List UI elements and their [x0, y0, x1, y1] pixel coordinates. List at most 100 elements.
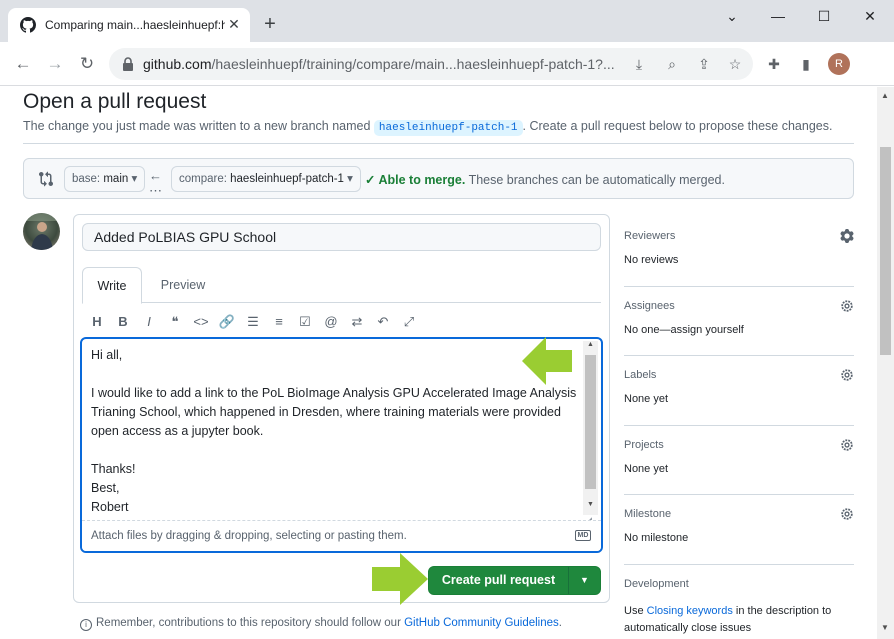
scroll-up-icon[interactable]: ▲ [587, 341, 594, 348]
git-compare-icon [39, 171, 54, 187]
bookmark-star-icon[interactable]: ☆ [726, 55, 744, 73]
gear-icon[interactable] [840, 438, 854, 452]
minimize-button[interactable]: — [763, 4, 793, 28]
compare-branch-select[interactable]: compare: haesleinhuepf-patch-1 ▾ [171, 166, 361, 192]
new-tab-button[interactable]: + [258, 12, 282, 36]
code-icon[interactable]: <> [192, 313, 210, 331]
sidebar-projects: Projects None yet [624, 426, 854, 495]
textarea-scrollbar[interactable]: ▲ ▼ [583, 341, 598, 515]
scroll-down-icon[interactable]: ▼ [587, 501, 594, 508]
cross-reference-icon[interactable]: ⇄ [348, 313, 366, 331]
gear-icon[interactable] [840, 229, 854, 243]
page-scroll-thumb[interactable] [880, 147, 891, 355]
annotation-arrow-icon [522, 337, 572, 385]
labels-value: None yet [624, 393, 669, 405]
close-window-button[interactable]: ✕ [855, 4, 885, 28]
sidebar: Reviewers No reviews Assignees No one—as… [624, 217, 854, 634]
development-text: Use Closing keywords in the description … [624, 604, 832, 634]
extensions-icon[interactable]: ✚ [763, 53, 785, 75]
arrow-left-icon: ← ⋯ [149, 168, 162, 198]
pr-body-text: Hi all, I would like to add a link to th… [91, 348, 577, 514]
quote-icon[interactable]: ❝ [166, 313, 184, 331]
reload-icon[interactable]: ↻ [75, 52, 99, 76]
install-icon[interactable]: ⤓ [630, 55, 648, 73]
avatar[interactable] [23, 213, 60, 250]
attach-files-bar[interactable]: Attach files by dragging & dropping, sel… [82, 520, 601, 551]
italic-icon[interactable]: I [140, 313, 158, 331]
page-scrollbar[interactable]: ▲ ▼ [877, 87, 894, 639]
sidebar-milestone: Milestone No milestone [624, 495, 854, 565]
side-panel-icon[interactable]: ▮ [795, 53, 817, 75]
close-tab-icon[interactable]: ✕ [226, 16, 242, 32]
fullscreen-icon[interactable]: ⤢ [400, 313, 418, 331]
formatting-toolbar: H B I ❝ <> 🔗 ☰ ≡ ☑ @ ⇄ ↶ ⤢ [82, 311, 601, 333]
base-branch-select[interactable]: base: main ▾ [64, 166, 146, 192]
profile-avatar[interactable]: R [828, 53, 850, 75]
address-bar[interactable]: github.com/haesleinhuepf/training/compar… [109, 48, 753, 80]
merge-status: ✓ Able to merge. These branches can be a… [365, 173, 725, 187]
milestone-heading[interactable]: Milestone [624, 508, 671, 520]
sidebar-labels: Labels None yet [624, 356, 854, 426]
assignees-value[interactable]: No one—assign yourself [624, 324, 744, 336]
reply-icon[interactable]: ↶ [374, 313, 392, 331]
mention-icon[interactable]: @ [322, 313, 340, 331]
sidebar-reviewers: Reviewers No reviews [624, 217, 854, 287]
ordered-list-icon[interactable]: ≡ [270, 313, 288, 331]
assignees-heading[interactable]: Assignees [624, 300, 675, 312]
gear-icon[interactable] [840, 299, 854, 313]
scroll-down-icon[interactable]: ▼ [881, 623, 889, 632]
gear-icon[interactable] [840, 507, 854, 521]
lock-icon [123, 57, 133, 71]
maximize-button[interactable]: ☐ [809, 4, 839, 28]
bold-icon[interactable]: B [114, 313, 132, 331]
branch-name-code: haesleinhuepf-patch-1 [373, 120, 523, 136]
projects-value: None yet [624, 462, 669, 475]
attach-hint: Attach files by dragging & dropping, sel… [91, 530, 407, 542]
create-pr-button-group: Create pull request ▼ [428, 566, 601, 595]
sidebar-assignees: Assignees No one—assign yourself [624, 287, 854, 356]
link-icon[interactable]: 🔗 [218, 313, 236, 331]
editor-tabs: Write Preview [82, 267, 601, 304]
browser-toolbar: ← → ↻ github.com/haesleinhuepf/training/… [0, 42, 894, 86]
markdown-icon[interactable]: MD [575, 530, 591, 541]
sidebar-development: Development Use Closing keywords in the … [624, 565, 854, 635]
github-icon [20, 17, 36, 33]
heading-icon[interactable]: H [88, 313, 106, 331]
development-heading: Development [624, 577, 689, 590]
reviewers-heading[interactable]: Reviewers [624, 230, 675, 242]
browser-titlebar: Comparing main...haesleinhuepf:haesleinh… [0, 0, 894, 42]
community-guidelines-link[interactable]: GitHub Community Guidelines [404, 617, 559, 629]
forward-icon[interactable]: → [43, 52, 67, 76]
compare-bar: base: main ▾ ← ⋯ compare: haesleinhuepf-p… [23, 158, 854, 199]
projects-heading[interactable]: Projects [624, 439, 664, 451]
url-text: github.com/haesleinhuepf/training/compar… [143, 56, 615, 72]
milestone-value: No milestone [624, 532, 689, 544]
tab-preview[interactable]: Preview [150, 267, 216, 303]
task-list-icon[interactable]: ☑ [296, 313, 314, 331]
textarea-scroll-thumb[interactable] [585, 355, 596, 489]
back-icon[interactable]: ← [11, 52, 35, 76]
share-icon[interactable]: ⇪ [695, 55, 713, 73]
pr-title-input[interactable] [82, 223, 601, 251]
pr-form: Write Preview H B I ❝ <> 🔗 ☰ ≡ ☑ @ ⇄ ↶ ⤢… [73, 214, 610, 603]
tab-title: Comparing main...haesleinhuepf:haesleinh… [45, 18, 225, 32]
unordered-list-icon[interactable]: ☰ [244, 313, 262, 331]
gear-icon[interactable] [840, 368, 854, 382]
page-title: Open a pull request [23, 90, 207, 113]
annotation-arrow-icon [372, 553, 428, 605]
page-content: Open a pull request The change you just … [0, 87, 877, 639]
scroll-up-icon[interactable]: ▲ [881, 91, 889, 100]
tab-search-icon[interactable]: ⌄ [717, 4, 747, 28]
guidelines-reminder: i Remember, contributions to this reposit… [80, 617, 562, 631]
zoom-icon[interactable]: ⌕ [663, 55, 681, 73]
divider [23, 143, 854, 144]
browser-tab[interactable]: Comparing main...haesleinhuepf:haesleinh… [8, 8, 250, 42]
page-subtitle: The change you just made was written to … [23, 119, 833, 136]
reviewers-value: No reviews [624, 254, 679, 266]
create-options-dropdown[interactable]: ▼ [568, 567, 600, 594]
labels-heading[interactable]: Labels [624, 369, 656, 381]
create-pull-request-button[interactable]: Create pull request [429, 567, 568, 594]
closing-keywords-link[interactable]: Closing keywords [647, 605, 733, 617]
info-icon: i [80, 619, 92, 631]
tab-write[interactable]: Write [82, 267, 142, 304]
